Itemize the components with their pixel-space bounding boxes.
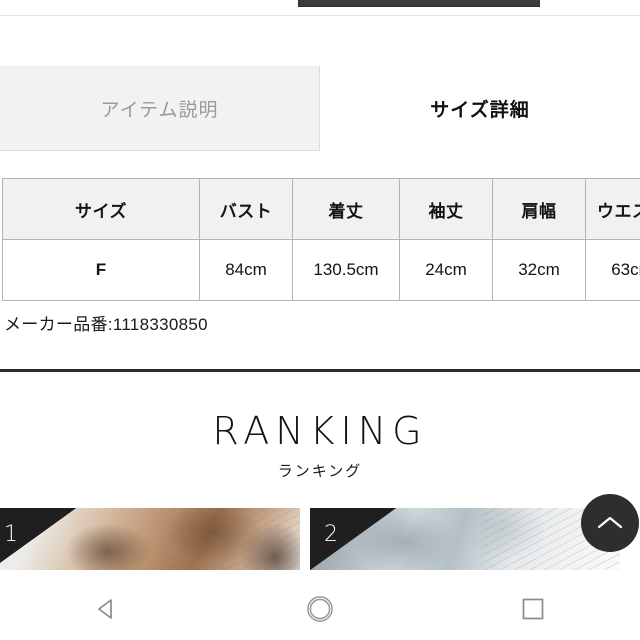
- table-cell-bust: 84cm: [199, 239, 293, 301]
- ranking-heading: RANKING ランキング: [0, 409, 640, 481]
- ranking-card-1[interactable]: 1: [0, 508, 300, 570]
- home-circle-icon: [305, 594, 335, 624]
- back-triangle-icon: [94, 596, 120, 622]
- rank-badge-2: 2: [310, 508, 396, 570]
- page-root: アイテム説明 サイズ詳細 サイズ バスト 着丈 袖丈 肩幅 ウエスト F: [0, 0, 640, 640]
- ranking-card-2[interactable]: 2: [310, 508, 620, 570]
- nav-recents-button[interactable]: [493, 578, 573, 640]
- top-divider: [0, 15, 640, 16]
- size-table-container: サイズ バスト 着丈 袖丈 肩幅 ウエスト F 84cm 130.5cm 24c…: [2, 178, 640, 301]
- table-header-size: サイズ: [2, 178, 200, 240]
- table-header-length: 着丈: [292, 178, 400, 240]
- scroll-to-top-button[interactable]: [581, 494, 639, 552]
- ranking-card-list: 1 2: [0, 508, 640, 570]
- nav-back-button[interactable]: [67, 578, 147, 640]
- tab-item-description-label: アイテム説明: [100, 100, 219, 121]
- table-header-waist: ウエスト: [585, 178, 640, 240]
- tab-bar: アイテム説明 サイズ詳細: [0, 66, 640, 151]
- tab-size-detail-label: サイズ詳細: [430, 100, 530, 121]
- recents-square-icon: [521, 597, 545, 621]
- table-header-sleeve: 袖丈: [399, 178, 493, 240]
- rank-badge-1-number: 1: [4, 522, 18, 547]
- maker-code-text: メーカー品番:1118330850: [4, 315, 208, 334]
- chevron-up-icon: [597, 515, 623, 531]
- table-cell-shoulder: 32cm: [492, 239, 586, 301]
- section-divider: [0, 369, 640, 372]
- table-cell-size: F: [2, 239, 200, 301]
- tab-size-detail[interactable]: サイズ詳細: [320, 66, 640, 151]
- table-header-bust: バスト: [199, 178, 293, 240]
- table-cell-sleeve: 24cm: [399, 239, 493, 301]
- table-cell-length: 130.5cm: [292, 239, 400, 301]
- rank-badge-1: 1: [0, 508, 76, 570]
- thumbnail-texture-overlay: [160, 508, 300, 570]
- ranking-title-en: RANKING: [212, 409, 428, 453]
- table-header-shoulder: 肩幅: [492, 178, 586, 240]
- table-row: F 84cm 130.5cm 24cm 32cm 63cm: [2, 239, 640, 301]
- rank-badge-2-number: 2: [324, 522, 338, 547]
- table-cell-waist: 63cm: [585, 239, 640, 301]
- cut-off-dark-button[interactable]: [298, 0, 540, 7]
- table-header-row: サイズ バスト 着丈 袖丈 肩幅 ウエスト: [2, 178, 640, 240]
- nav-home-button[interactable]: [280, 578, 360, 640]
- android-nav-bar: [0, 578, 640, 640]
- size-table: サイズ バスト 着丈 袖丈 肩幅 ウエスト F 84cm 130.5cm 24c…: [2, 178, 640, 301]
- ranking-title-ja: ランキング: [277, 462, 363, 480]
- tab-item-description[interactable]: アイテム説明: [0, 66, 320, 151]
